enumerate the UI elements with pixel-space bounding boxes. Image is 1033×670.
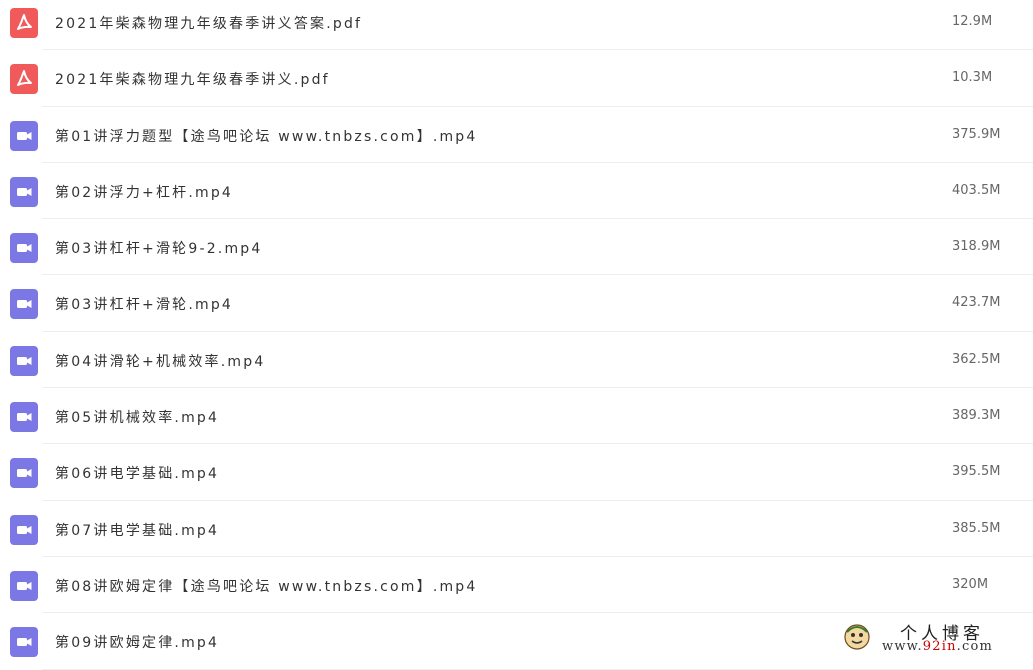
- file-size: 395.5M: [952, 464, 1001, 480]
- watermark-url-accent: 92in: [922, 639, 957, 654]
- watermark-url-prefix: www.: [882, 639, 923, 654]
- video-file-icon: [10, 627, 38, 658]
- file-name[interactable]: 第03讲杠杆+滑轮9-2.mp4: [55, 238, 263, 258]
- video-file-icon: [10, 458, 38, 489]
- file-name[interactable]: 第02讲浮力+杠杆.mp4: [55, 182, 233, 202]
- file-size: 375.9M: [952, 126, 1001, 142]
- file-size: 385.5M: [952, 520, 1001, 536]
- file-name[interactable]: 2021年柴森物理九年级春季讲义答案.pdf: [55, 13, 362, 33]
- file-name[interactable]: 第03讲杠杆+滑轮.mp4: [55, 294, 233, 314]
- pdf-file-icon: [10, 64, 38, 95]
- watermark-url-suffix: .com: [956, 639, 994, 654]
- watermark-url: www.92in.com: [882, 639, 993, 654]
- file-name[interactable]: 第09讲欧姆定律.mp4: [55, 632, 219, 652]
- file-name[interactable]: 第08讲欧姆定律【途鸟吧论坛 www.tnbzs.com】.mp4: [55, 576, 478, 596]
- file-name[interactable]: 2021年柴森物理九年级春季讲义.pdf: [55, 69, 330, 89]
- video-file-icon: [10, 289, 38, 320]
- video-file-icon: [10, 176, 38, 207]
- file-size: 318.9M: [952, 239, 1001, 255]
- watermark: 个人博客 www.92in.com: [838, 618, 1033, 660]
- file-size: 12.9M: [952, 14, 993, 29]
- video-file-icon: [10, 120, 38, 151]
- file-row[interactable]: 2021年柴森物理九年级春季讲义.pdf 10.3M: [0, 50, 1033, 107]
- file-row[interactable]: 第03讲杠杆+滑轮.mp4 423.7M: [0, 275, 1033, 332]
- video-file-icon: [10, 514, 38, 545]
- file-name[interactable]: 第04讲滑轮+机械效率.mp4: [55, 351, 265, 371]
- file-name[interactable]: 第01讲浮力题型【途鸟吧论坛 www.tnbzs.com】.mp4: [55, 126, 478, 146]
- file-row[interactable]: 第03讲杠杆+滑轮9-2.mp4 318.9M: [0, 219, 1033, 276]
- video-file-icon: [10, 402, 38, 433]
- video-file-icon: [10, 570, 38, 601]
- file-row[interactable]: 第05讲机械效率.mp4 389.3M: [0, 388, 1033, 445]
- file-size: 320M: [952, 576, 989, 592]
- pdf-file-icon: [10, 8, 38, 38]
- file-row[interactable]: 第07讲电学基础.mp4 385.5M: [0, 501, 1033, 557]
- file-row[interactable]: 第02讲浮力+杠杆.mp4 403.5M: [0, 163, 1033, 220]
- file-row[interactable]: 第06讲电学基础.mp4 395.5M: [0, 444, 1033, 501]
- file-row[interactable]: 第01讲浮力题型【途鸟吧论坛 www.tnbzs.com】.mp4 375.9M: [0, 107, 1033, 163]
- video-file-icon: [10, 233, 38, 264]
- file-size: 10.3M: [952, 70, 993, 86]
- file-row[interactable]: 第04讲滑轮+机械效率.mp4 362.5M: [0, 332, 1033, 389]
- file-row[interactable]: 2021年柴森物理九年级春季讲义答案.pdf 12.9M: [0, 0, 1033, 51]
- file-name[interactable]: 第06讲电学基础.mp4: [55, 463, 219, 483]
- row-divider: [42, 668, 1033, 670]
- file-list: 2021年柴森物理九年级春季讲义答案.pdf 12.9M 2021年柴森物理九年级春…: [0, 0, 1033, 670]
- video-file-icon: [10, 345, 38, 376]
- file-size: 403.5M: [952, 182, 1001, 198]
- file-size: 362.5M: [952, 351, 1001, 367]
- file-row[interactable]: 第08讲欧姆定律【途鸟吧论坛 www.tnbzs.com】.mp4 320M: [0, 557, 1033, 614]
- file-size: 389.3M: [952, 408, 1001, 424]
- file-size: 423.7M: [952, 295, 1001, 311]
- file-name[interactable]: 第05讲机械效率.mp4: [55, 407, 219, 427]
- file-name[interactable]: 第07讲电学基础.mp4: [55, 520, 219, 540]
- blog-logo-icon: [844, 624, 870, 650]
